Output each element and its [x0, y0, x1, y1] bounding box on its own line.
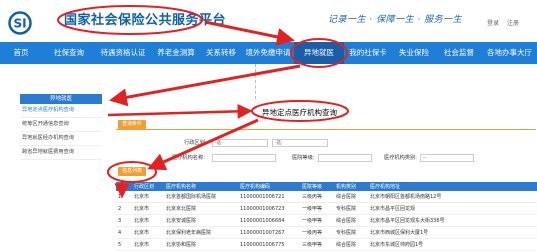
site-slogan: 记录一生 · 保障一生 · 服务一生 [328, 15, 463, 25]
result-list-tag: 信息列表 [118, 167, 147, 176]
cell-index: 2 [116, 202, 132, 215]
table-row[interactable]: 4 北京市 北京保利老年病医院 11000001007267 一级丙等 专科医院… [116, 226, 537, 239]
cell-level: 一级甲等 [300, 214, 334, 227]
cell-level: 一级甲等 [300, 202, 334, 215]
cell-index: 3 [116, 214, 132, 227]
cell-level: 三级丙等 [300, 191, 334, 203]
institution-type-select[interactable]: -- [420, 154, 474, 162]
cell-name: 北京首都国际机场医院 [164, 191, 238, 203]
nav-item-transfer[interactable]: 关系转移 [200, 42, 242, 64]
nav-item-qualification[interactable]: 待遇资格认证 [94, 42, 152, 64]
institution-table: 序号 行政区划 医疗机构名称 医疗机构编码 医院等级 机构类别 医疗机构地址 1… [116, 182, 537, 251]
cell-code: 11000001006684 [238, 214, 300, 227]
sidebar-item-agency-query[interactable]: 异地就医经办机构查询 [20, 132, 102, 146]
sidebar: 异地就医 异地定点医疗机构查询 统筹区开通信息查询 异地就医经办机构查询 跨省异… [20, 94, 102, 160]
svg-text:SI: SI [13, 17, 26, 31]
cell-index: 1 [116, 191, 132, 203]
region-select-province[interactable]: -选- [212, 139, 268, 147]
table-row[interactable]: 5 北京市 北京协和医院 11000001006775 三级甲等 综合医院 北京… [116, 238, 537, 251]
nav-item-supervision[interactable]: 社会监督 [436, 42, 482, 64]
institution-name-input[interactable] [212, 154, 276, 162]
cell-address: 北京市西城区保利大厦1号 [368, 226, 537, 239]
cell-region: 北京市 [132, 214, 164, 227]
cell-name: 北京保利老年病医院 [164, 226, 238, 239]
sidebar-item-cost-query[interactable]: 跨省异地就医费用查询 [20, 146, 102, 160]
institution-type-label: 医疗机构类别: [384, 155, 417, 161]
query-conditions-tag: 查询条件 [118, 120, 147, 129]
cell-code: 11000001006721 [238, 191, 300, 203]
cell-type: 专科医院 [334, 226, 368, 239]
cell-region: 北京市 [132, 226, 164, 239]
col-header-region: 行政区划 [132, 182, 164, 191]
cell-code: 11000001006775 [238, 238, 300, 251]
cell-name: 北京安诚医院 [164, 214, 238, 227]
nav-item-overseas-exemption[interactable]: 境外免缴申请 [242, 42, 294, 64]
register-link[interactable]: 注册 [507, 20, 519, 27]
cell-name: 北京京北医院 [164, 202, 238, 215]
header-links: 登录 注册 [481, 18, 519, 27]
arrow-sidebar-to-title [107, 103, 253, 119]
main-nav: 首页 社保查询 待遇资格认证 养老金测算 关系转移 境外免缴申请 异地就医 我的… [0, 42, 537, 64]
col-header-name: 医疗机构名称 [164, 182, 238, 191]
cell-type: 综合医院 [334, 214, 368, 227]
cell-region: 北京市 [132, 191, 164, 203]
col-header-level: 医院等级 [300, 182, 334, 191]
nav-item-remote-medical[interactable]: 异地就医 [294, 42, 344, 64]
login-link[interactable]: 登录 [487, 20, 499, 27]
cell-index: 4 [116, 226, 132, 239]
region-label: 行政区划: [184, 140, 207, 146]
sidebar-title: 异地就医 [20, 94, 102, 104]
hospital-level-label: 医院等级: [292, 155, 315, 161]
sidebar-item-region-info[interactable]: 统筹区开通信息查询 [20, 118, 102, 132]
institution-name-label: 医疗机构名称: [172, 155, 205, 161]
query-divider [116, 129, 536, 130]
table-header-row: 序号 行政区划 医疗机构名称 医疗机构编码 医院等级 机构类别 医疗机构地址 [116, 182, 537, 191]
cell-address: 北京市朝阳区首都机场南路12号 [368, 191, 537, 203]
nav-item-local-halls[interactable]: 各地办事大厅 [482, 42, 537, 64]
nav-item-my-card[interactable]: 我的社保卡 [344, 42, 392, 64]
cell-type: 专科医院 [334, 202, 368, 215]
nav-item-social-query[interactable]: 社保查询 [44, 42, 94, 64]
cell-level: 三级甲等 [300, 238, 334, 251]
cell-type: 综合医院 [334, 191, 368, 203]
logo-icon[interactable]: SI [8, 11, 32, 35]
cell-code: 11000001007267 [238, 226, 300, 239]
arrow-nav-to-sidebar [109, 64, 301, 107]
cell-level: 一级丙等 [300, 226, 334, 239]
nav-item-home[interactable]: 首页 [4, 42, 38, 64]
cell-name: 北京协和医院 [164, 238, 238, 251]
hospital-level-select[interactable] [318, 154, 372, 162]
col-header-code: 医疗机构编码 [238, 182, 300, 191]
nav-item-unemployment[interactable]: 失业保险 [392, 42, 436, 64]
col-header-index: 序号 [116, 182, 132, 191]
divider [255, 64, 257, 99]
region-select-city[interactable]: -选- [272, 139, 328, 147]
col-header-type: 机构类别 [334, 182, 368, 191]
site-title[interactable]: 国家社会保险公共服务平台 [64, 9, 226, 29]
cell-region: 北京市 [132, 238, 164, 251]
cell-index: 5 [116, 238, 132, 251]
cell-address: 北京市东城区帅府园1号 [368, 238, 537, 251]
nav-item-pension-calc[interactable]: 养老金测算 [150, 42, 202, 64]
cell-region: 北京市 [132, 202, 164, 215]
sidebar-item-institution-query[interactable]: 异地定点医疗机构查询 [20, 104, 102, 118]
table-row[interactable]: 2 北京市 北京京北医院 11000001006723 一级甲等 专科医院 北京… [116, 202, 537, 215]
cell-address: 北京市昌平区回龙观 [368, 202, 537, 215]
cell-code: 11000001006723 [238, 202, 300, 215]
cell-type: 综合医院 [334, 238, 368, 251]
site-header: SI 国家社会保险公共服务平台 记录一生 · 保障一生 · 服务一生 登录 注册 [0, 0, 537, 42]
col-header-address: 医疗机构地址 [368, 182, 537, 191]
page-title: 异地定点医疗机构查询 [262, 108, 337, 117]
cell-address: 北京市昌平区回龙观东大街336号 [368, 214, 537, 227]
table-row[interactable]: 3 北京市 北京安诚医院 11000001006684 一级甲等 综合医院 北京… [116, 214, 537, 227]
table-row[interactable]: 1 北京市 北京首都国际机场医院 11000001006721 三级丙等 综合医… [116, 191, 537, 203]
